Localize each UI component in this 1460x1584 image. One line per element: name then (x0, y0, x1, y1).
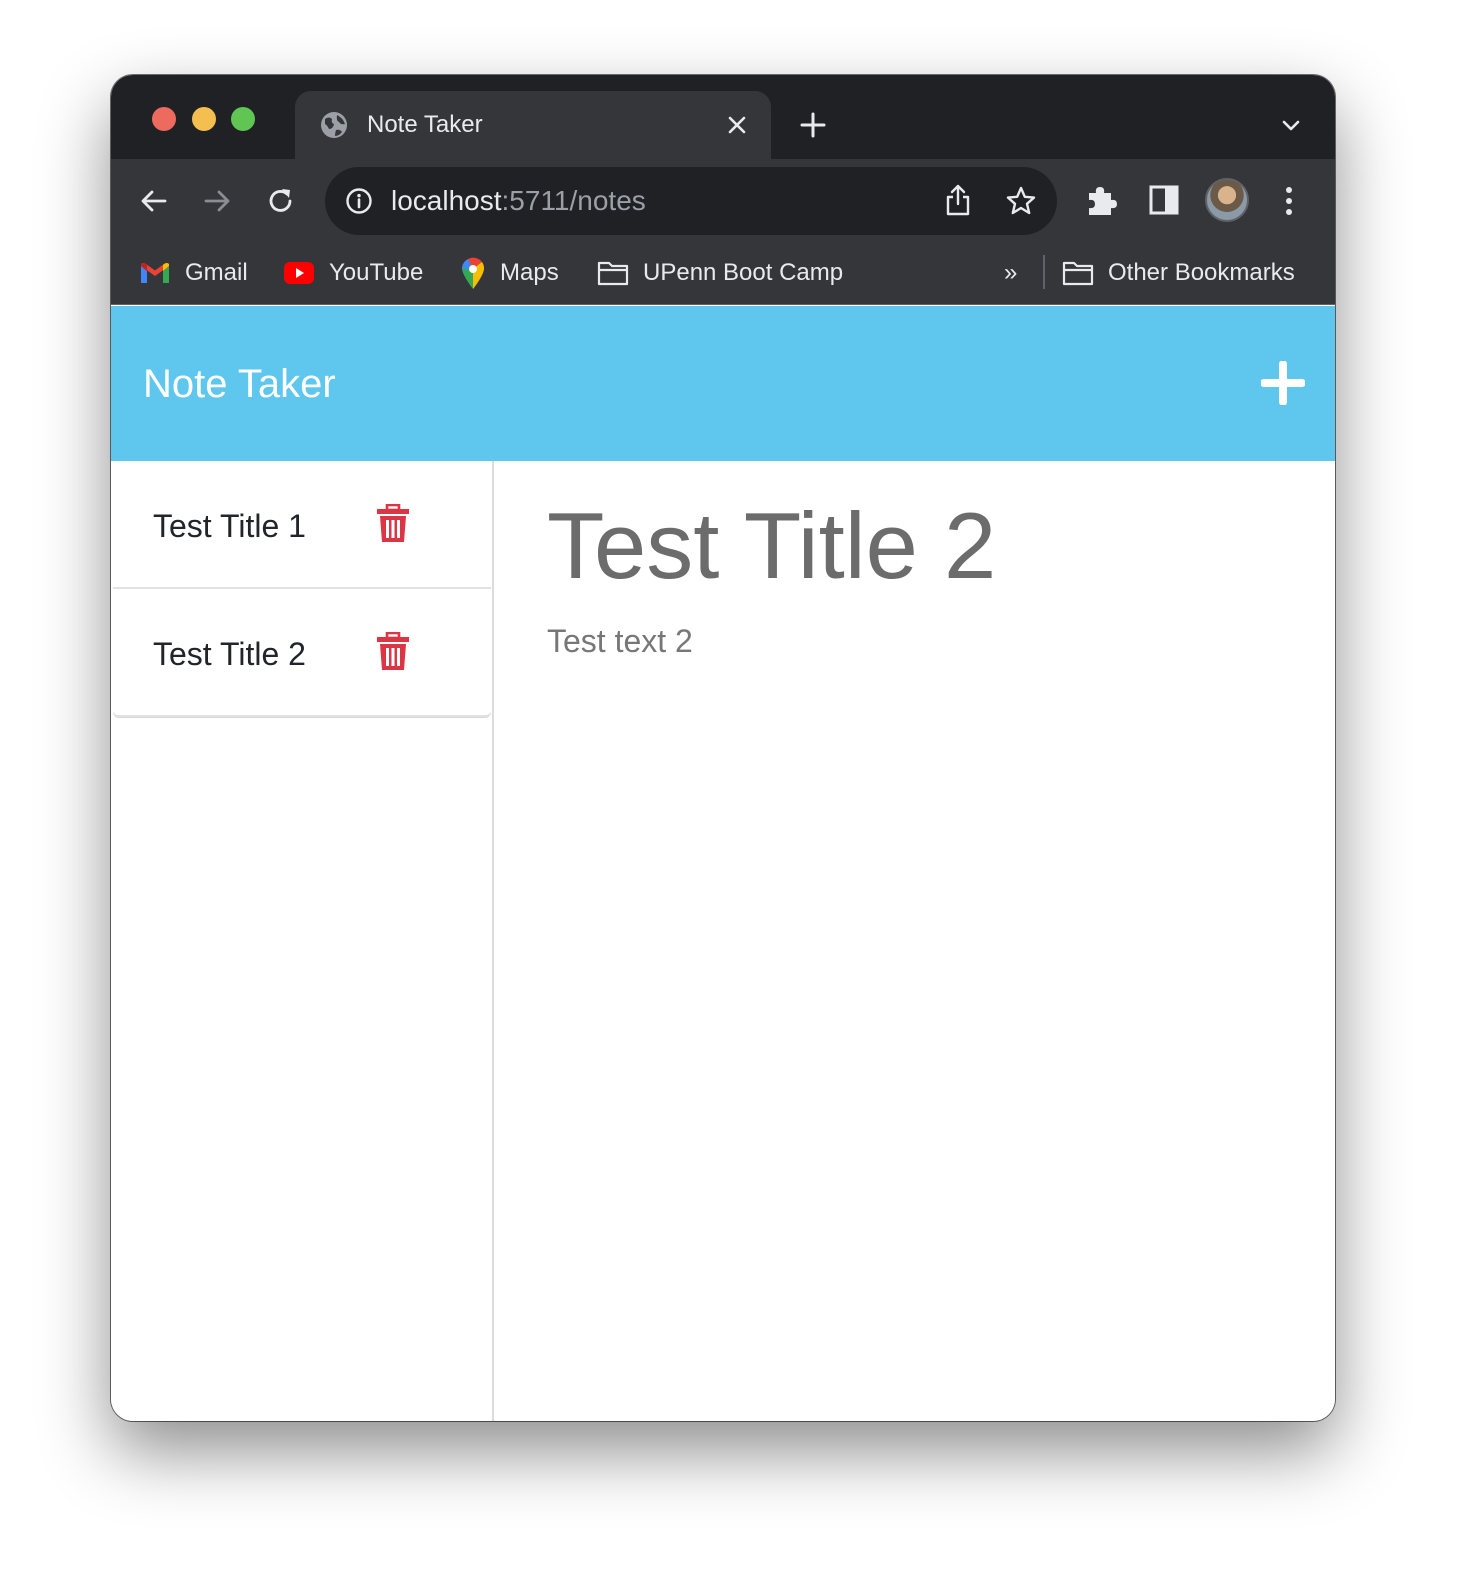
reload-icon[interactable] (265, 185, 297, 217)
address-bar[interactable]: localhost:5711/notes (325, 167, 1057, 235)
url-text: localhost:5711/notes (391, 185, 646, 216)
close-window-button[interactable] (152, 107, 176, 131)
zoom-window-button[interactable] (231, 107, 255, 131)
folder-icon (1062, 261, 1094, 286)
bookmark-gmail[interactable]: Gmail (139, 255, 248, 291)
note-text-textarea[interactable]: Test text 2 (547, 621, 693, 661)
extensions-puzzle-icon[interactable] (1085, 183, 1117, 217)
info-icon[interactable] (345, 187, 373, 215)
page-content: Note Taker Test Title 1 Test Title 2 Tes… (111, 306, 1335, 1421)
note-editor: Test Title 2 Test text 2 (547, 461, 1307, 1361)
note-title-input[interactable]: Test Title 2 (547, 491, 996, 601)
gmail-icon (141, 263, 169, 283)
note-title[interactable]: Test Title 2 (153, 635, 306, 673)
new-tab-icon[interactable] (799, 111, 827, 139)
bookmark-maps[interactable]: Maps (460, 255, 559, 291)
bookmarks-divider (1043, 255, 1045, 289)
bookmark-folder-upenn[interactable]: UPenn Boot Camp (597, 255, 843, 291)
list-item[interactable]: Test Title 2 (113, 589, 491, 717)
new-note-plus-icon[interactable] (1261, 361, 1305, 405)
browser-toolbar: localhost:5711/notes (111, 159, 1335, 243)
list-item[interactable]: Test Title 1 (113, 461, 491, 589)
bookmark-youtube[interactable]: YouTube (283, 255, 423, 291)
bookmark-other-bookmarks[interactable]: Other Bookmarks (1062, 255, 1295, 291)
back-arrow-icon[interactable] (138, 185, 170, 217)
bookmarks-bar: Gmail YouTube Maps UPenn Boot Camp » Oth… (111, 243, 1335, 305)
side-panel-icon[interactable] (1149, 185, 1179, 215)
youtube-icon (284, 262, 314, 284)
app-title[interactable]: Note Taker (143, 361, 336, 407)
trash-icon[interactable] (376, 632, 410, 672)
browser-window: Note Taker localhost:5711/notes Gmail Yo… (111, 75, 1335, 1421)
minimize-window-button[interactable] (192, 107, 216, 131)
forward-arrow-icon[interactable] (201, 185, 233, 217)
close-tab-icon[interactable] (725, 113, 749, 137)
trash-icon[interactable] (376, 504, 410, 544)
globe-icon (321, 112, 347, 138)
tab-strip: Note Taker (111, 75, 1335, 159)
notes-sidebar: Test Title 1 Test Title 2 (111, 461, 494, 1421)
note-title[interactable]: Test Title 1 (153, 507, 306, 545)
chevron-down-icon[interactable] (1279, 113, 1303, 137)
bookmark-star-icon[interactable] (1005, 185, 1037, 217)
more-menu-icon[interactable] (1277, 185, 1301, 217)
folder-icon (597, 261, 629, 286)
maps-icon (461, 257, 485, 289)
bookmarks-overflow-chevron[interactable]: » (1004, 259, 1017, 287)
tab-title: Note Taker (367, 111, 483, 138)
share-icon[interactable] (943, 183, 973, 217)
tab-note-taker[interactable]: Note Taker (295, 91, 771, 159)
note-list: Test Title 1 Test Title 2 (113, 461, 491, 717)
app-navbar: Note Taker (111, 306, 1335, 461)
profile-avatar[interactable] (1205, 178, 1249, 222)
